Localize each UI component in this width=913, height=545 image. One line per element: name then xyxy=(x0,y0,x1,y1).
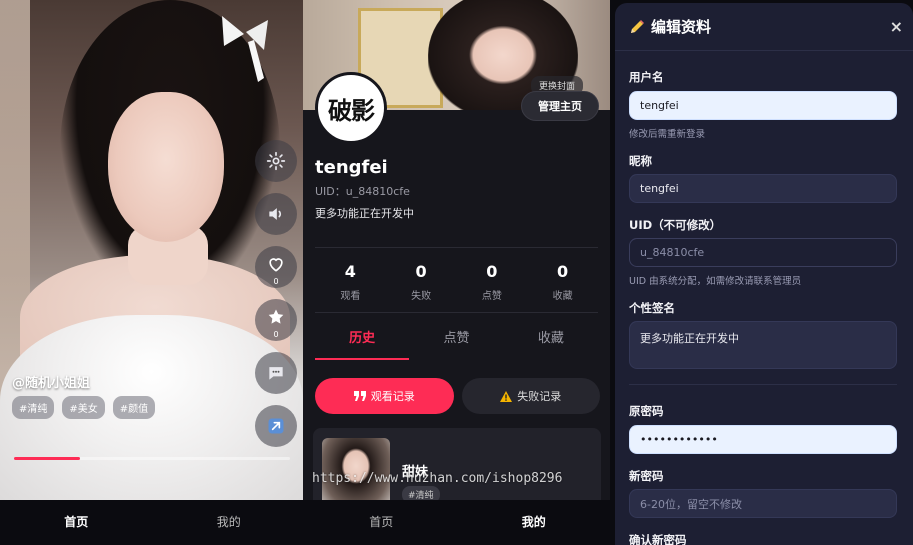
nav-me[interactable]: 我的 xyxy=(153,500,306,545)
record-buttons: 观看记录 失败记录 xyxy=(315,378,600,414)
watch-record-label: 观看记录 xyxy=(370,390,415,403)
history-card-tag: #清纯 xyxy=(402,486,440,500)
quote-icon xyxy=(353,391,366,401)
stat-label: 收藏 xyxy=(552,291,573,302)
edit-profile-modal: 编辑资料 × 用户名 tengfei 修改后需重新登录 昵称 tengfei U… xyxy=(615,3,913,545)
new-password-field[interactable]: 6-20位，留空不修改 xyxy=(629,489,897,518)
video-tag[interactable]: #美女 xyxy=(62,396,105,419)
like-count: 0 xyxy=(273,277,279,286)
bottom-navigation: 首页 我的 首页 我的 xyxy=(0,500,610,545)
username-field[interactable]: tengfei xyxy=(629,91,897,120)
pencil-icon xyxy=(631,19,644,33)
signature-label: 个性签名 xyxy=(629,301,675,315)
video-subject-face xyxy=(108,92,224,242)
profile-panel: 更换封面 管理主页 破影 tengfei UID：u_84810cfe 更多功能… xyxy=(303,0,610,500)
history-card-thumbnail xyxy=(322,438,390,500)
profile-divider xyxy=(315,247,598,248)
new-password-label: 新密码 xyxy=(629,469,664,483)
warning-icon xyxy=(500,390,513,402)
profile-username: tengfei xyxy=(315,157,388,178)
comment-icon xyxy=(269,367,283,380)
video-author[interactable]: @随机小姐姐 xyxy=(12,372,90,391)
fail-record-button[interactable]: 失败记录 xyxy=(461,378,600,414)
tab-history[interactable]: 历史 xyxy=(315,318,410,360)
stat-value: 0 xyxy=(486,262,498,281)
volume-icon xyxy=(269,208,282,220)
video-progress-fill xyxy=(14,457,81,460)
favorite-button[interactable]: 0 xyxy=(255,299,297,341)
stat-watched[interactable]: 4 观看 xyxy=(315,262,386,302)
app-root: 0 0 @随机小姐姐 #清纯 #美女 #颜值 更换封面 管理主页 破影 teng… xyxy=(0,0,913,545)
nickname-label: 昵称 xyxy=(629,154,652,168)
like-button[interactable]: 0 xyxy=(255,246,297,288)
tab-favorites[interactable]: 收藏 xyxy=(504,318,598,360)
share-button[interactable] xyxy=(255,405,297,447)
stat-favorites[interactable]: 0 收藏 xyxy=(527,262,598,302)
uid-label: UID（不可修改） xyxy=(629,218,722,232)
mute-button[interactable] xyxy=(255,193,297,235)
nav-home[interactable]: 首页 xyxy=(0,500,153,545)
form-divider xyxy=(629,384,897,385)
watch-record-button[interactable]: 观看记录 xyxy=(315,378,454,414)
avatar[interactable]: 破影 xyxy=(315,72,387,144)
nav-me[interactable]: 我的 xyxy=(458,500,611,545)
modal-title-text: 编辑资料 xyxy=(651,18,712,36)
stat-failed[interactable]: 0 失败 xyxy=(386,262,457,302)
profile-bio: 更多功能正在开发中 xyxy=(315,207,414,220)
tab-likes[interactable]: 点赞 xyxy=(409,318,503,360)
video-tag[interactable]: #清纯 xyxy=(12,396,55,419)
nav-home[interactable]: 首页 xyxy=(305,500,458,545)
old-password-field[interactable]: •••••••••••• xyxy=(629,425,897,454)
history-card[interactable]: 甜妹 #清纯 xyxy=(313,428,601,500)
settings-button[interactable] xyxy=(255,140,297,182)
stat-value: 0 xyxy=(415,262,427,281)
side-action-bar: 0 0 xyxy=(255,140,299,458)
uid-field: u_84810cfe xyxy=(629,238,897,267)
modal-title: 编辑资料 xyxy=(629,16,711,37)
favorite-count: 0 xyxy=(273,330,279,339)
share-icon xyxy=(268,418,284,434)
fail-record-label: 失败记录 xyxy=(517,390,562,403)
stat-likes[interactable]: 0 点赞 xyxy=(457,262,528,302)
hair-bow-graphic xyxy=(222,16,268,82)
stat-label: 点赞 xyxy=(481,291,502,302)
comment-button[interactable] xyxy=(255,352,297,394)
stat-value: 0 xyxy=(557,262,569,281)
nickname-field[interactable]: tengfei xyxy=(629,174,897,203)
profile-uid: UID：u_84810cfe xyxy=(315,185,410,198)
username-hint: 修改后需重新登录 xyxy=(629,129,706,140)
video-tag[interactable]: #颜值 xyxy=(112,396,156,419)
username-label: 用户名 xyxy=(629,70,664,84)
profile-divider xyxy=(315,312,598,313)
star-icon xyxy=(268,309,284,324)
watermark-text: https://www.huzhan.com/ishop8296 xyxy=(312,471,563,486)
modal-header: 编辑资料 × xyxy=(615,3,913,51)
stat-label: 失败 xyxy=(411,291,432,302)
edit-profile-panel: 编辑资料 × 用户名 tengfei 修改后需重新登录 昵称 tengfei U… xyxy=(610,0,913,545)
signature-field[interactable]: 更多功能正在开发中 xyxy=(629,321,897,369)
confirm-password-label: 确认新密码 xyxy=(629,533,687,545)
profile-stats: 4 观看 0 失败 0 点赞 0 收藏 xyxy=(303,262,610,302)
stat-value: 4 xyxy=(344,262,356,281)
manage-homepage-button[interactable]: 管理主页 xyxy=(521,91,599,121)
stat-label: 观看 xyxy=(340,291,361,302)
video-progress-bar[interactable] xyxy=(14,457,290,460)
video-feed-panel: 0 0 @随机小姐姐 #清纯 #美女 #颜值 xyxy=(0,0,303,545)
old-password-label: 原密码 xyxy=(629,404,664,418)
close-icon[interactable]: × xyxy=(890,17,903,36)
video-tags: #清纯 #美女 #颜值 xyxy=(12,396,156,419)
uid-hint: UID 由系统分配，如需修改请联系管理员 xyxy=(629,276,802,287)
profile-tabs: 历史 点赞 收藏 xyxy=(315,318,598,360)
heart-icon xyxy=(269,258,283,272)
gear-icon xyxy=(266,151,286,171)
